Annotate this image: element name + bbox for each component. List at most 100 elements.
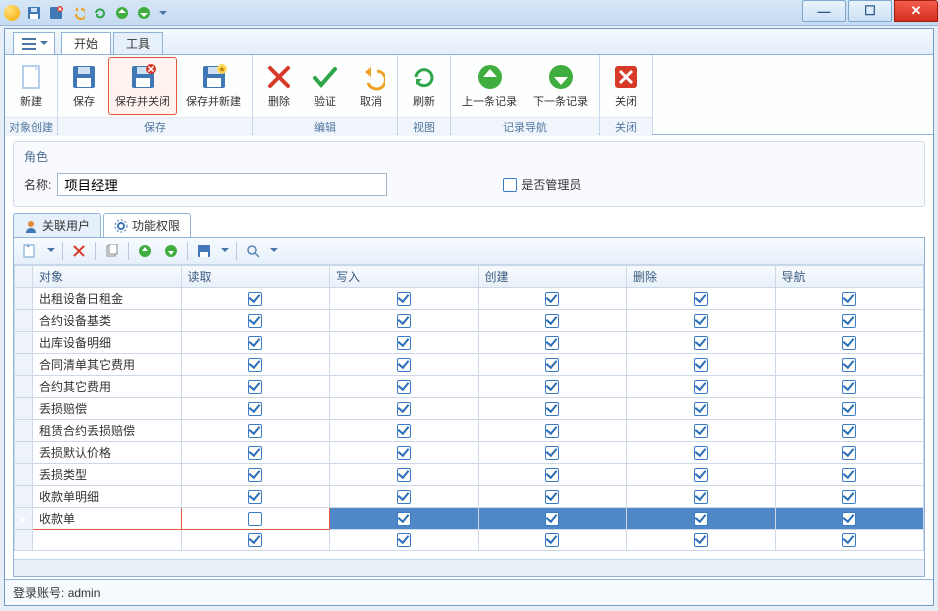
minimize-button[interactable]: —: [802, 0, 846, 22]
checkbox[interactable]: [842, 424, 856, 438]
dropdown-icon[interactable]: [269, 241, 279, 261]
checkbox[interactable]: [397, 512, 411, 526]
checkbox[interactable]: [694, 380, 708, 394]
table-row[interactable]: 丢损类型: [15, 464, 924, 486]
perm-cell[interactable]: [330, 288, 479, 310]
perm-cell[interactable]: [181, 332, 330, 354]
checkbox[interactable]: [248, 424, 262, 438]
perm-cell[interactable]: [181, 376, 330, 398]
app-menu-button[interactable]: [13, 32, 55, 54]
perm-cell[interactable]: [330, 376, 479, 398]
checkbox[interactable]: [397, 424, 411, 438]
table-row[interactable]: 出租设备日租金: [15, 288, 924, 310]
horizontal-scrollbar[interactable]: [14, 559, 924, 576]
perm-cell[interactable]: [775, 442, 924, 464]
checkbox[interactable]: [397, 446, 411, 460]
checkbox[interactable]: [694, 336, 708, 350]
checkbox[interactable]: [397, 380, 411, 394]
perm-cell[interactable]: [181, 354, 330, 376]
perm-cell[interactable]: [478, 288, 627, 310]
checkbox[interactable]: [694, 292, 708, 306]
perm-cell[interactable]: [181, 442, 330, 464]
checkbox[interactable]: [397, 533, 411, 547]
perm-cell[interactable]: [478, 376, 627, 398]
qat-dropdown-icon[interactable]: [158, 5, 168, 21]
perm-cell[interactable]: [478, 486, 627, 508]
maximize-button[interactable]: ☐: [848, 0, 892, 22]
perm-cell[interactable]: [330, 464, 479, 486]
checkbox[interactable]: [248, 512, 262, 526]
perm-cell[interactable]: [627, 332, 776, 354]
dropdown-icon[interactable]: [46, 241, 56, 261]
down-button[interactable]: [161, 241, 181, 261]
perm-cell[interactable]: [181, 288, 330, 310]
checkbox[interactable]: [694, 358, 708, 372]
qat-save-icon[interactable]: [26, 5, 42, 21]
perm-cell[interactable]: [330, 398, 479, 420]
checkbox[interactable]: [397, 468, 411, 482]
object-name-cell[interactable]: 丢损默认价格: [33, 442, 182, 464]
table-row[interactable]: [15, 530, 924, 551]
checkbox[interactable]: [694, 424, 708, 438]
cancel-button[interactable]: 取消: [349, 57, 393, 115]
column-header[interactable]: 删除: [627, 266, 776, 288]
object-name-cell[interactable]: 合同清单其它费用: [33, 354, 182, 376]
prev-button[interactable]: 上一条记录: [455, 57, 524, 115]
perm-cell[interactable]: [478, 310, 627, 332]
save-new-button[interactable]: ★保存并新建: [179, 57, 248, 115]
perm-cell[interactable]: [627, 376, 776, 398]
checkbox[interactable]: [248, 314, 262, 328]
table-row[interactable]: 丢损默认价格: [15, 442, 924, 464]
perm-cell[interactable]: [775, 530, 924, 551]
grid-scroll-area[interactable]: 对象读取写入创建删除导航出租设备日租金合约设备基类出库设备明细合同清单其它费用合…: [14, 265, 924, 559]
checkbox[interactable]: [842, 512, 856, 526]
checkbox[interactable]: [545, 468, 559, 482]
qat-refresh-icon[interactable]: [92, 5, 108, 21]
checkbox[interactable]: [248, 468, 262, 482]
checkbox[interactable]: [397, 358, 411, 372]
table-row[interactable]: 合约其它费用: [15, 376, 924, 398]
table-row[interactable]: ▸收款单: [15, 508, 924, 530]
checkbox[interactable]: [694, 468, 708, 482]
perm-cell[interactable]: [330, 442, 479, 464]
perm-cell[interactable]: [330, 530, 479, 551]
perm-cell[interactable]: [627, 442, 776, 464]
save-button[interactable]: 保存: [62, 57, 106, 115]
perm-cell[interactable]: [775, 288, 924, 310]
qat-next-icon[interactable]: [136, 5, 152, 21]
perm-cell[interactable]: [330, 508, 479, 530]
checkbox[interactable]: [545, 490, 559, 504]
perm-cell[interactable]: [775, 398, 924, 420]
checkbox[interactable]: [545, 292, 559, 306]
checkbox[interactable]: [545, 512, 559, 526]
new-button[interactable]: 新建: [9, 57, 53, 115]
checkbox[interactable]: [545, 336, 559, 350]
checkbox[interactable]: [545, 358, 559, 372]
checkbox[interactable]: [545, 380, 559, 394]
checkbox[interactable]: [694, 533, 708, 547]
checkbox[interactable]: [545, 446, 559, 460]
object-name-cell[interactable]: 出库设备明细: [33, 332, 182, 354]
table-row[interactable]: 收款单明细: [15, 486, 924, 508]
perm-cell[interactable]: [775, 332, 924, 354]
perm-cell[interactable]: [330, 486, 479, 508]
checkbox[interactable]: [248, 402, 262, 416]
up-button[interactable]: [135, 241, 155, 261]
perm-cell[interactable]: [478, 442, 627, 464]
refresh-button[interactable]: 刷新: [402, 57, 446, 115]
object-name-cell[interactable]: 收款单: [33, 508, 182, 530]
checkbox[interactable]: [694, 512, 708, 526]
object-name-cell[interactable]: 出租设备日租金: [33, 288, 182, 310]
save-close-button[interactable]: 保存并关闭: [108, 57, 177, 115]
object-name-cell[interactable]: 租赁合约丢损赔偿: [33, 420, 182, 442]
object-name-cell[interactable]: 收款单明细: [33, 486, 182, 508]
checkbox[interactable]: [397, 490, 411, 504]
copy-button[interactable]: [102, 241, 122, 261]
perm-cell[interactable]: [478, 354, 627, 376]
perm-cell[interactable]: [478, 530, 627, 551]
perm-cell[interactable]: [181, 508, 330, 530]
checkbox[interactable]: [842, 490, 856, 504]
subtab-perms[interactable]: 功能权限: [103, 213, 191, 237]
checkbox[interactable]: [248, 336, 262, 350]
perm-cell[interactable]: [330, 420, 479, 442]
